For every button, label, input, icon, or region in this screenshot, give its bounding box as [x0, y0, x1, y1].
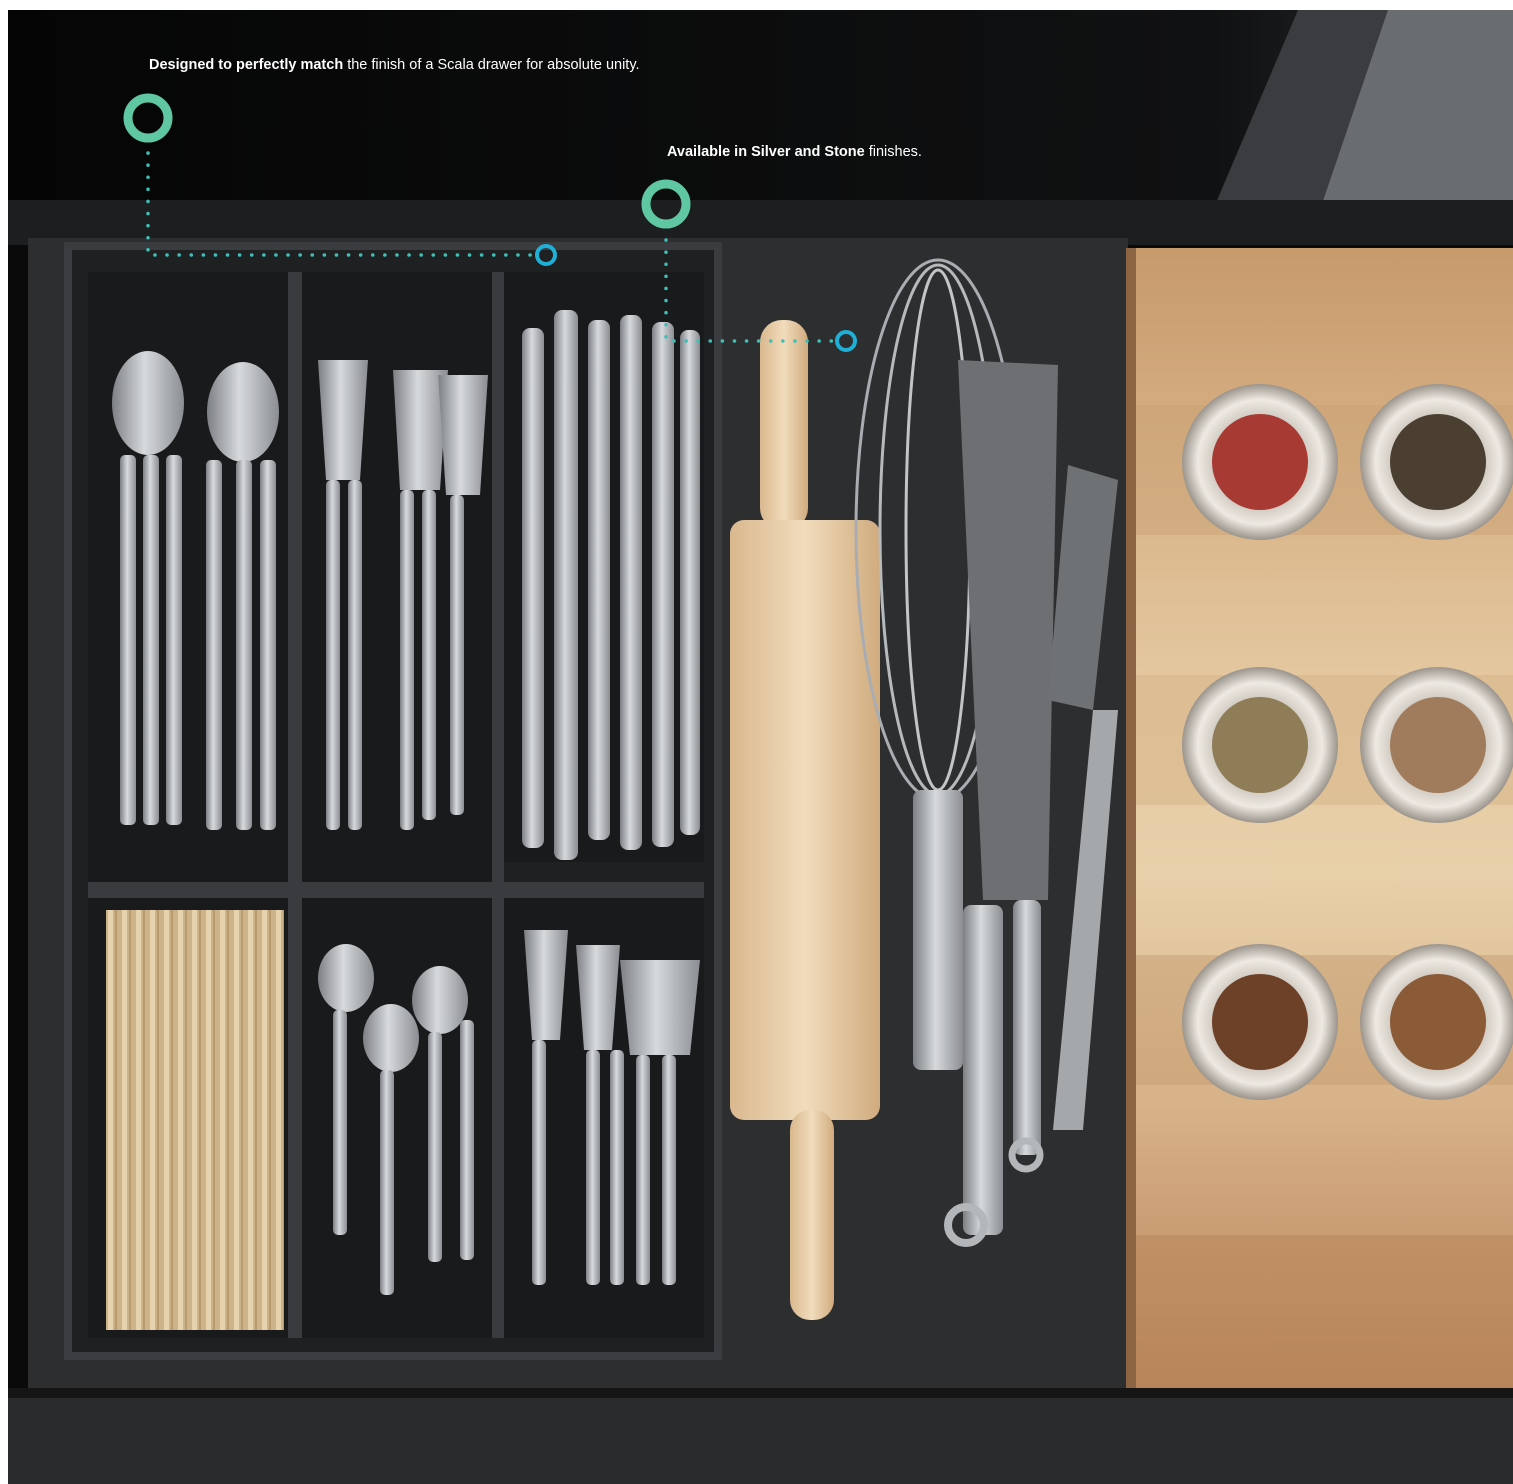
callout-text-finishes-rest: finishes.	[864, 144, 922, 160]
callout-text-match-bold: Designed to perfectly match	[149, 57, 344, 73]
callout-text-finishes: Available in Silver and Stone finishes.	[667, 144, 922, 160]
callout-text-finishes-bold: Available in Silver and Stone	[667, 144, 865, 160]
callout-text-match: Designed to perfectly match the finish o…	[149, 57, 640, 73]
callout-text-match-rest: the finish of a Scala drawer for absolut…	[343, 57, 640, 73]
drawer-photo	[8, 10, 1513, 1484]
